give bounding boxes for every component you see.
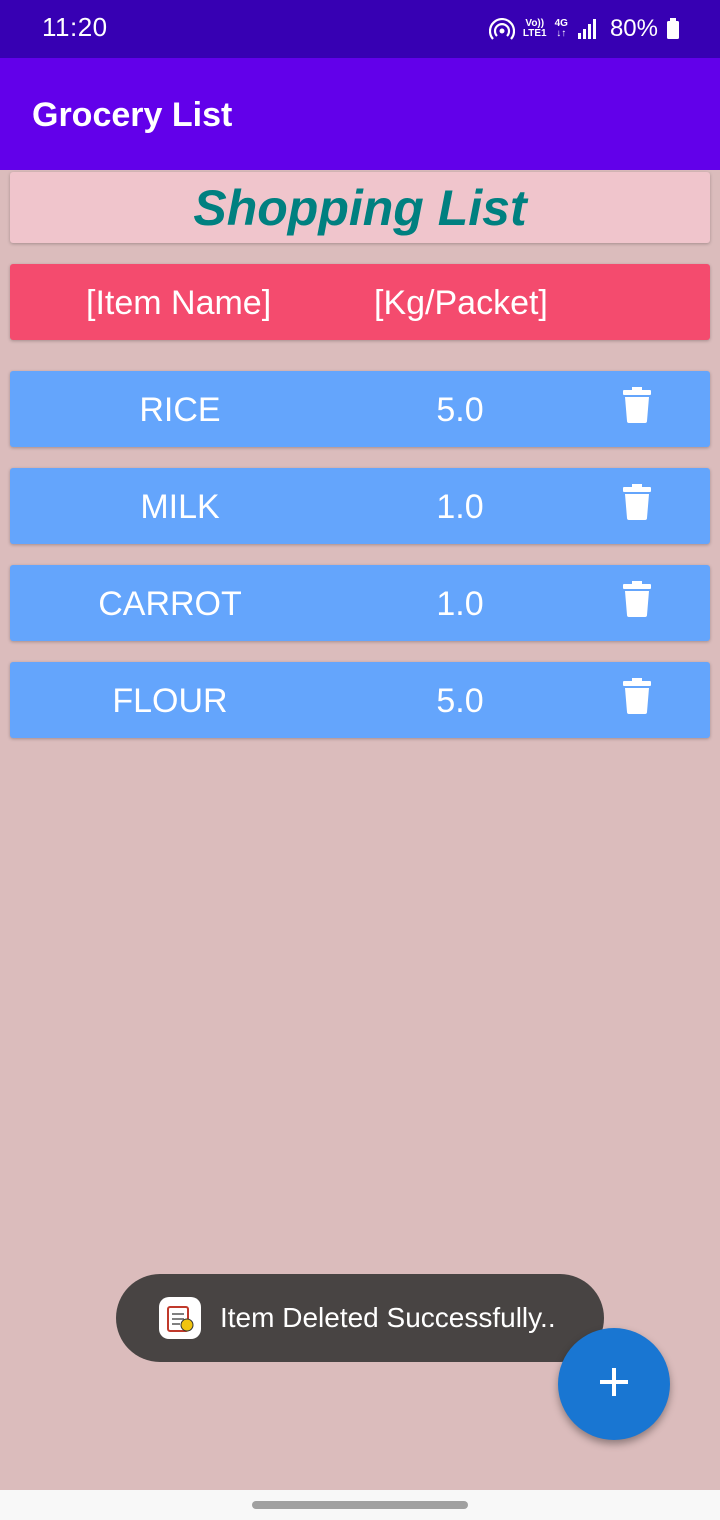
- list-item: RICE 5.0: [10, 371, 710, 447]
- battery-percent: 80%: [609, 15, 658, 42]
- column-kg-packet: [Kg/Packet]: [374, 284, 548, 322]
- trash-icon: [622, 580, 652, 626]
- signal-icon: [576, 18, 598, 40]
- status-icons: Vo)) LTE1 4G ↓↑ 80%: [488, 14, 680, 44]
- app-bar: Grocery List: [0, 58, 720, 170]
- item-quantity: 1.0: [436, 585, 484, 623]
- network-indicator: 4G ↓↑: [555, 19, 568, 39]
- toast-notification: Item Deleted Successfully..: [116, 1274, 604, 1362]
- item-quantity: 5.0: [436, 682, 484, 720]
- column-item-name: [Item Name]: [86, 284, 272, 322]
- delete-item-button[interactable]: [610, 677, 664, 723]
- item-quantity: 5.0: [436, 391, 484, 429]
- delete-item-button[interactable]: [610, 483, 664, 529]
- trash-icon: [622, 483, 652, 529]
- column-header: [Item Name] [Kg/Packet]: [10, 264, 710, 340]
- home-gesture-handle[interactable]: [252, 1501, 468, 1509]
- trash-icon: [622, 677, 652, 723]
- app-title: Grocery List: [32, 96, 233, 134]
- volte-line2: LTE1: [522, 28, 547, 39]
- plus-icon: [598, 1366, 630, 1403]
- volte-indicator: Vo)) LTE1: [523, 19, 547, 39]
- item-name: CARROT: [98, 585, 242, 623]
- battery-icon: [666, 18, 680, 40]
- item-quantity: 1.0: [436, 488, 484, 526]
- list-item: CARROT 1.0: [10, 565, 710, 641]
- list-item: FLOUR 5.0: [10, 662, 710, 738]
- item-name: RICE: [139, 391, 221, 429]
- add-item-button[interactable]: [558, 1328, 670, 1440]
- delete-item-button[interactable]: [610, 580, 664, 626]
- trash-icon: [622, 386, 652, 432]
- navigation-bar: [0, 1490, 720, 1520]
- toast-message: Item Deleted Successfully..: [220, 1302, 556, 1333]
- status-bar: 11:20 Vo)) LTE1 4G ↓↑ 80%: [0, 0, 720, 58]
- item-name: MILK: [140, 488, 220, 526]
- status-time: 11:20: [42, 12, 108, 42]
- hotspot-icon: [488, 18, 515, 40]
- shopping-list-title: Shopping List: [193, 179, 527, 236]
- app-icon: [159, 1297, 201, 1339]
- shopping-list-heading-card: Shopping List: [10, 172, 710, 243]
- data-arrows-icon: ↓↑: [556, 28, 567, 39]
- item-name: FLOUR: [112, 682, 228, 720]
- list-item: MILK 1.0: [10, 468, 710, 544]
- delete-item-button[interactable]: [610, 386, 664, 432]
